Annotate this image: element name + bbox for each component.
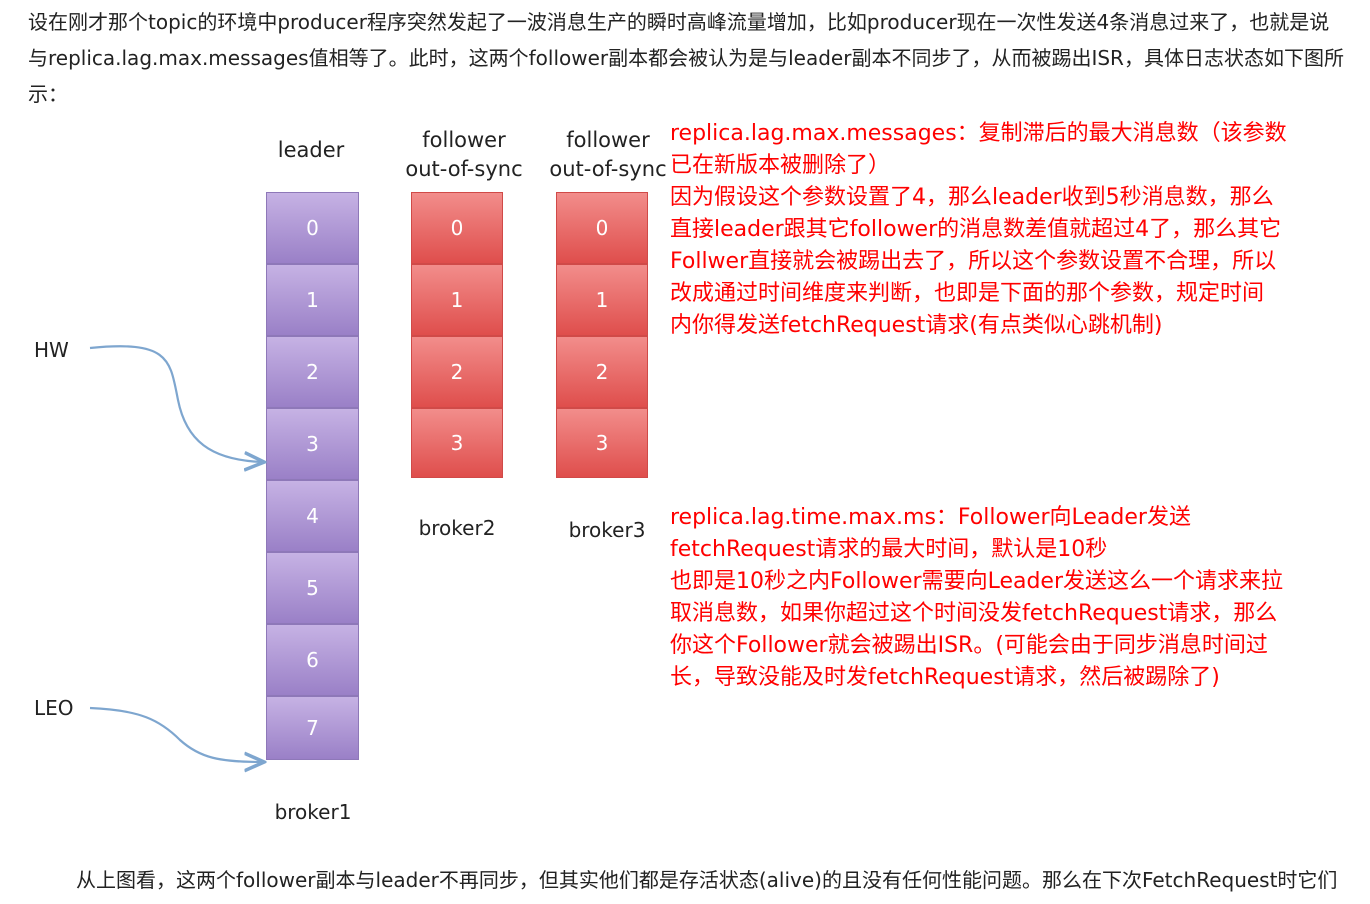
annotation-line: 也即是10秒之内Follower需要向Leader发送这么一个请求来拉 <box>670 569 1284 594</box>
hw-arrow <box>89 345 262 462</box>
annotation-line: 内你得发送fetchRequest请求(有点类似心跳机制) <box>670 313 1163 338</box>
intro-line-2: 与replica.lag.max.messages值相等了。此时，这两个foll… <box>28 46 1344 70</box>
pointer-arrows <box>89 345 670 850</box>
intro-line-1: 设在刚才那个topic的环境中producer程序突然发起了一波消息生产的瞬时高… <box>28 10 1330 34</box>
leo-arrow <box>89 706 262 762</box>
annotation-line: 直接leader跟其它follower的消息数差值就超过4了，那么其它 <box>670 217 1282 242</box>
annotation-line: replica.lag.max.messages：复制滞后的最大消息数（该参数 <box>670 121 1287 146</box>
annotation-line: 取消息数，如果你超过这个时间没发fetchRequest请求，那么 <box>670 601 1278 626</box>
annotation-line: 改成通过时间维度来判断，也即是下面的那个参数，规定时间 <box>670 281 1265 306</box>
annotation-line: 因为假设这个参数设置了4，那么leader收到5秒消息数，那么 <box>670 185 1274 210</box>
annotation-line: 你这个Follower就会被踢出ISR。(可能会由于同步消息时间过 <box>670 633 1268 658</box>
annotation-line: 已在新版本被删除了） <box>670 153 891 178</box>
annotation-line: Follwer直接就会被踢出去了，所以这个参数设置不合理，所以 <box>670 249 1277 274</box>
annotation-line: fetchRequest请求的最大时间，默认是10秒 <box>670 537 1108 562</box>
isr-diagram: leader follower out-of-sync follower out… <box>0 110 670 850</box>
intro-paragraph: 设在刚才那个topic的环境中producer程序突然发起了一波消息生产的瞬时高… <box>28 4 1364 112</box>
outro-paragraph: 从上图看，这两个follower副本与leader不再同步，但其实他们都是存活状… <box>76 868 1338 892</box>
annotation-max-messages: replica.lag.max.messages：复制滞后的最大消息数（该参数 … <box>670 118 1366 342</box>
annotation-line: 长，导致没能及时发fetchRequest请求，然后被踢除了) <box>670 665 1220 690</box>
intro-line-3: 示： <box>28 82 68 106</box>
annotation-line: replica.lag.time.max.ms：Follower向Leader发… <box>670 505 1191 530</box>
annotation-time-max-ms: replica.lag.time.max.ms：Follower向Leader发… <box>670 502 1366 694</box>
